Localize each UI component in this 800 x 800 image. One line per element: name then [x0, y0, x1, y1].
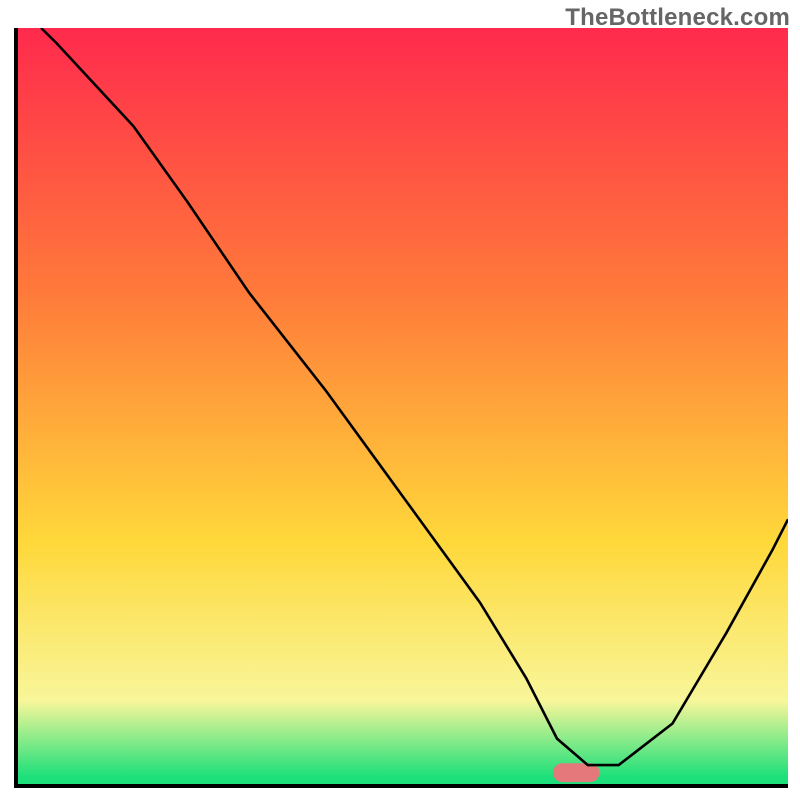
plot-area: [14, 28, 788, 788]
chart-frame: TheBottleneck.com: [0, 0, 800, 800]
chart-svg: [18, 28, 788, 784]
gradient-fill: [18, 28, 788, 784]
